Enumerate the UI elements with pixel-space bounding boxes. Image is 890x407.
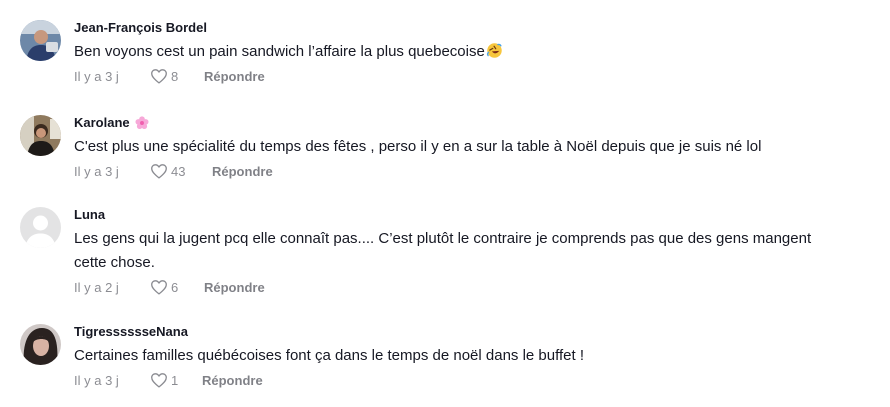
like-button[interactable]: 8 bbox=[150, 68, 204, 84]
reply-button[interactable]: Répondre bbox=[212, 164, 273, 179]
comment-text: Certaines familles québécoises font ça d… bbox=[74, 347, 585, 364]
like-button[interactable]: 43 bbox=[150, 163, 212, 179]
like-count: 43 bbox=[171, 163, 186, 179]
heart-icon[interactable] bbox=[150, 279, 168, 295]
comment-text: Les gens qui la jugent pcq elle connaît … bbox=[74, 230, 812, 271]
comment-time: Il y a 2 j bbox=[74, 279, 119, 295]
comment-meta: Il y a 2 j 6 Répondre bbox=[74, 277, 880, 297]
comment-time: Il y a 3 j bbox=[74, 163, 119, 179]
comment-text: C'est plus une spécialité du temps des f… bbox=[74, 138, 762, 155]
like-count: 8 bbox=[171, 68, 179, 84]
reply-button[interactable]: Répondre bbox=[204, 69, 265, 84]
comment-meta: Il y a 3 j 8 Répondre bbox=[74, 66, 880, 86]
like-count: 6 bbox=[171, 279, 179, 295]
like-button[interactable]: 6 bbox=[150, 279, 204, 295]
like-button[interactable]: 1 bbox=[150, 372, 202, 388]
avatar[interactable] bbox=[20, 20, 61, 61]
heart-icon[interactable] bbox=[150, 163, 168, 179]
like-count: 1 bbox=[171, 372, 179, 388]
default-avatar-icon[interactable] bbox=[20, 207, 61, 248]
comment-username[interactable]: Karolane bbox=[74, 115, 880, 131]
comment-text: Ben voyons cest un pain sandwich l’affai… bbox=[74, 40, 880, 64]
comment-username[interactable]: TigresssssseNana bbox=[74, 324, 880, 340]
comment-meta: Il y a 3 j 43 Répondre bbox=[74, 161, 880, 181]
comment-meta: Il y a 3 j 1 Répondre bbox=[74, 370, 880, 390]
avatar[interactable] bbox=[20, 115, 61, 156]
reply-button[interactable]: Répondre bbox=[202, 373, 263, 388]
comment-time: Il y a 3 j bbox=[74, 372, 119, 388]
heart-icon[interactable] bbox=[150, 68, 168, 84]
avatar[interactable] bbox=[20, 324, 61, 365]
reply-button[interactable]: Répondre bbox=[204, 280, 265, 295]
rolling-on-floor-laughing-emoji-icon bbox=[486, 42, 503, 59]
pink-flower-emoji-icon bbox=[135, 116, 149, 130]
heart-icon[interactable] bbox=[150, 372, 168, 388]
comment-username[interactable]: Luna bbox=[74, 207, 880, 223]
comment-time: Il y a 3 j bbox=[74, 68, 119, 84]
comment-username[interactable]: Jean-François Bordel bbox=[74, 20, 880, 36]
